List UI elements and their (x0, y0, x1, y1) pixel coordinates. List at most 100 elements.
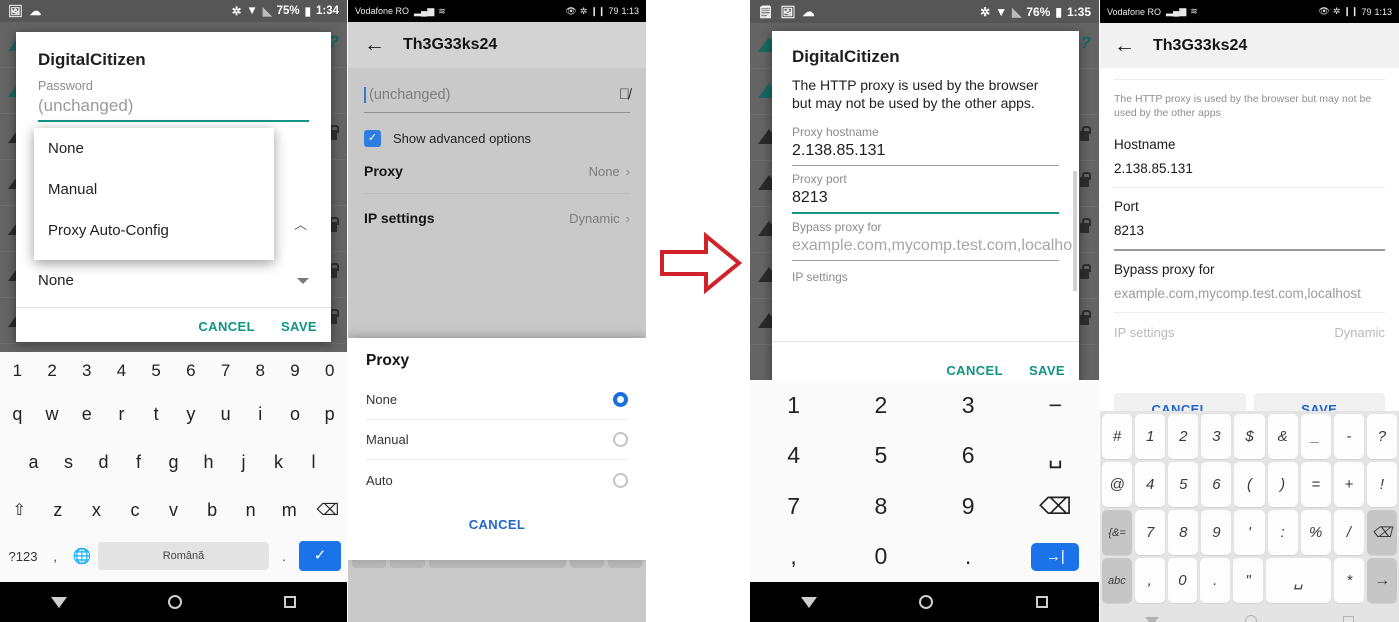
ip-settings-row-4[interactable]: IP settings Dynamic (1114, 313, 1385, 340)
space-key[interactable]: ␣ (1265, 558, 1332, 603)
proxy-option-manual[interactable]: Manual (366, 420, 628, 460)
key-o[interactable]: o (278, 404, 313, 425)
back-arrow-icon[interactable]: ← (1114, 34, 1135, 58)
key-u[interactable]: u (208, 404, 243, 425)
key-f[interactable]: f (121, 452, 156, 473)
key-7[interactable]: 7 (787, 493, 800, 520)
home-nav-icon[interactable] (919, 595, 934, 609)
key-m[interactable]: m (270, 500, 309, 521)
abc-key[interactable]: abc (1102, 558, 1132, 603)
dropdown-option-none[interactable]: None (34, 128, 274, 169)
proxy-spinner-value[interactable]: None (38, 272, 74, 289)
back-nav-icon[interactable] (801, 596, 818, 608)
home-nav-icon[interactable] (1245, 615, 1257, 622)
key-asterisk[interactable]: * (1334, 558, 1365, 603)
proxy-option-auto[interactable]: Auto (366, 460, 628, 500)
scrollbar-thumb[interactable] (1073, 171, 1077, 291)
key-4[interactable]: 4 (1135, 462, 1166, 507)
key-question[interactable]: ? (1366, 414, 1397, 459)
key-at[interactable]: @ (1102, 462, 1133, 507)
radio-unselected-icon[interactable] (613, 472, 628, 488)
key-minus[interactable]: − (1049, 392, 1062, 419)
more-symbols-key[interactable]: {&= (1102, 510, 1133, 555)
key-3[interactable]: 3 (962, 392, 975, 419)
key-6[interactable]: 6 (174, 361, 209, 381)
hostname-input-4[interactable]: 2.138.85.131 (1114, 152, 1385, 176)
checkbox-checked-icon[interactable]: ✓ (364, 130, 381, 147)
key-0[interactable]: 0 (1167, 558, 1198, 603)
key-period[interactable]: . (1200, 558, 1231, 603)
backspace-icon[interactable]: ⌫ (1039, 493, 1072, 520)
key-hyphen[interactable]: - (1333, 414, 1364, 459)
key-5[interactable]: 5 (1168, 462, 1199, 507)
key-2[interactable]: 2 (1168, 414, 1199, 459)
key-underscore[interactable]: _ (1300, 414, 1331, 459)
key-k[interactable]: k (261, 452, 296, 473)
key-s[interactable]: s (51, 452, 86, 473)
key-r[interactable]: r (104, 404, 139, 425)
key-7[interactable]: 7 (1135, 510, 1166, 555)
key-3[interactable]: 3 (1201, 414, 1232, 459)
key-l[interactable]: l (296, 452, 331, 473)
space-key[interactable]: Română (98, 542, 269, 570)
key-comma[interactable]: , (1134, 558, 1165, 603)
key-5[interactable]: 5 (874, 442, 887, 469)
key-9[interactable]: 9 (962, 493, 975, 520)
key-period[interactable]: . (965, 543, 971, 570)
key-n[interactable]: n (231, 500, 270, 521)
next-key[interactable]: →| (1031, 542, 1080, 571)
eye-off-icon[interactable]: 👁̸ (619, 86, 630, 103)
key-w[interactable]: w (35, 404, 70, 425)
key-8[interactable]: 8 (874, 493, 887, 520)
key-8[interactable]: 8 (243, 361, 278, 381)
port-input-4[interactable]: 8213 (1114, 214, 1385, 238)
key-h[interactable]: h (191, 452, 226, 473)
key-e[interactable]: e (69, 404, 104, 425)
key-y[interactable]: y (174, 404, 209, 425)
enter-key[interactable]: → (1367, 558, 1397, 603)
key-quote[interactable]: " (1233, 558, 1263, 603)
key-colon[interactable]: : (1267, 510, 1298, 555)
cancel-button[interactable]: CANCEL (366, 500, 628, 532)
key-9[interactable]: 9 (278, 361, 313, 381)
key-6[interactable]: 6 (1201, 462, 1232, 507)
key-j[interactable]: j (226, 452, 261, 473)
key-hash[interactable]: # (1102, 414, 1133, 459)
dropdown-option-pac[interactable]: Proxy Auto-Config (34, 210, 274, 251)
key-b[interactable]: b (193, 500, 232, 521)
key-8[interactable]: 8 (1168, 510, 1199, 555)
back-nav-icon[interactable] (50, 596, 67, 608)
key-apostrophe[interactable]: ' (1234, 510, 1265, 555)
key-3[interactable]: 3 (69, 361, 104, 381)
key-1[interactable]: 1 (787, 392, 800, 419)
key-0[interactable]: 0 (874, 543, 887, 570)
chevron-up-icon[interactable]: ︿ (294, 214, 307, 233)
key-paren-open[interactable]: ( (1234, 462, 1265, 507)
home-nav-icon[interactable] (168, 595, 183, 609)
key-d[interactable]: d (86, 452, 121, 473)
proxy-port-input[interactable]: 8213 (772, 186, 1079, 207)
key-dollar[interactable]: $ (1234, 414, 1265, 459)
key-9[interactable]: 9 (1201, 510, 1232, 555)
key-period[interactable]: . (273, 549, 295, 564)
globe-icon[interactable]: 🌐 (70, 547, 94, 565)
key-0[interactable]: 0 (312, 361, 347, 381)
shift-icon[interactable]: ⇧ (0, 500, 39, 520)
space-key[interactable]: ␣ (1048, 442, 1063, 469)
key-2[interactable]: 2 (35, 361, 70, 381)
key-z[interactable]: z (39, 500, 78, 521)
key-5[interactable]: 5 (139, 361, 174, 381)
enter-key[interactable]: ✓ (299, 541, 341, 571)
recents-nav-icon[interactable] (1343, 615, 1354, 622)
proxy-hostname-input[interactable]: 2.138.85.131 (772, 139, 1079, 160)
key-q[interactable]: q (0, 404, 35, 425)
cancel-button[interactable]: CANCEL (946, 363, 1003, 378)
key-paren-close[interactable]: ) (1267, 462, 1298, 507)
bypass-proxy-input[interactable]: example.com,mycomp.test.com,localho (772, 234, 1079, 255)
key-4[interactable]: 4 (104, 361, 139, 381)
proxy-dropdown-popup[interactable]: None Manual Proxy Auto-Config (34, 128, 274, 260)
key-g[interactable]: g (156, 452, 191, 473)
bypass-input-4[interactable]: example.com,mycomp.test.com,localhost (1114, 277, 1385, 301)
key-6[interactable]: 6 (962, 442, 975, 469)
backspace-icon[interactable]: ⌫ (309, 500, 348, 520)
